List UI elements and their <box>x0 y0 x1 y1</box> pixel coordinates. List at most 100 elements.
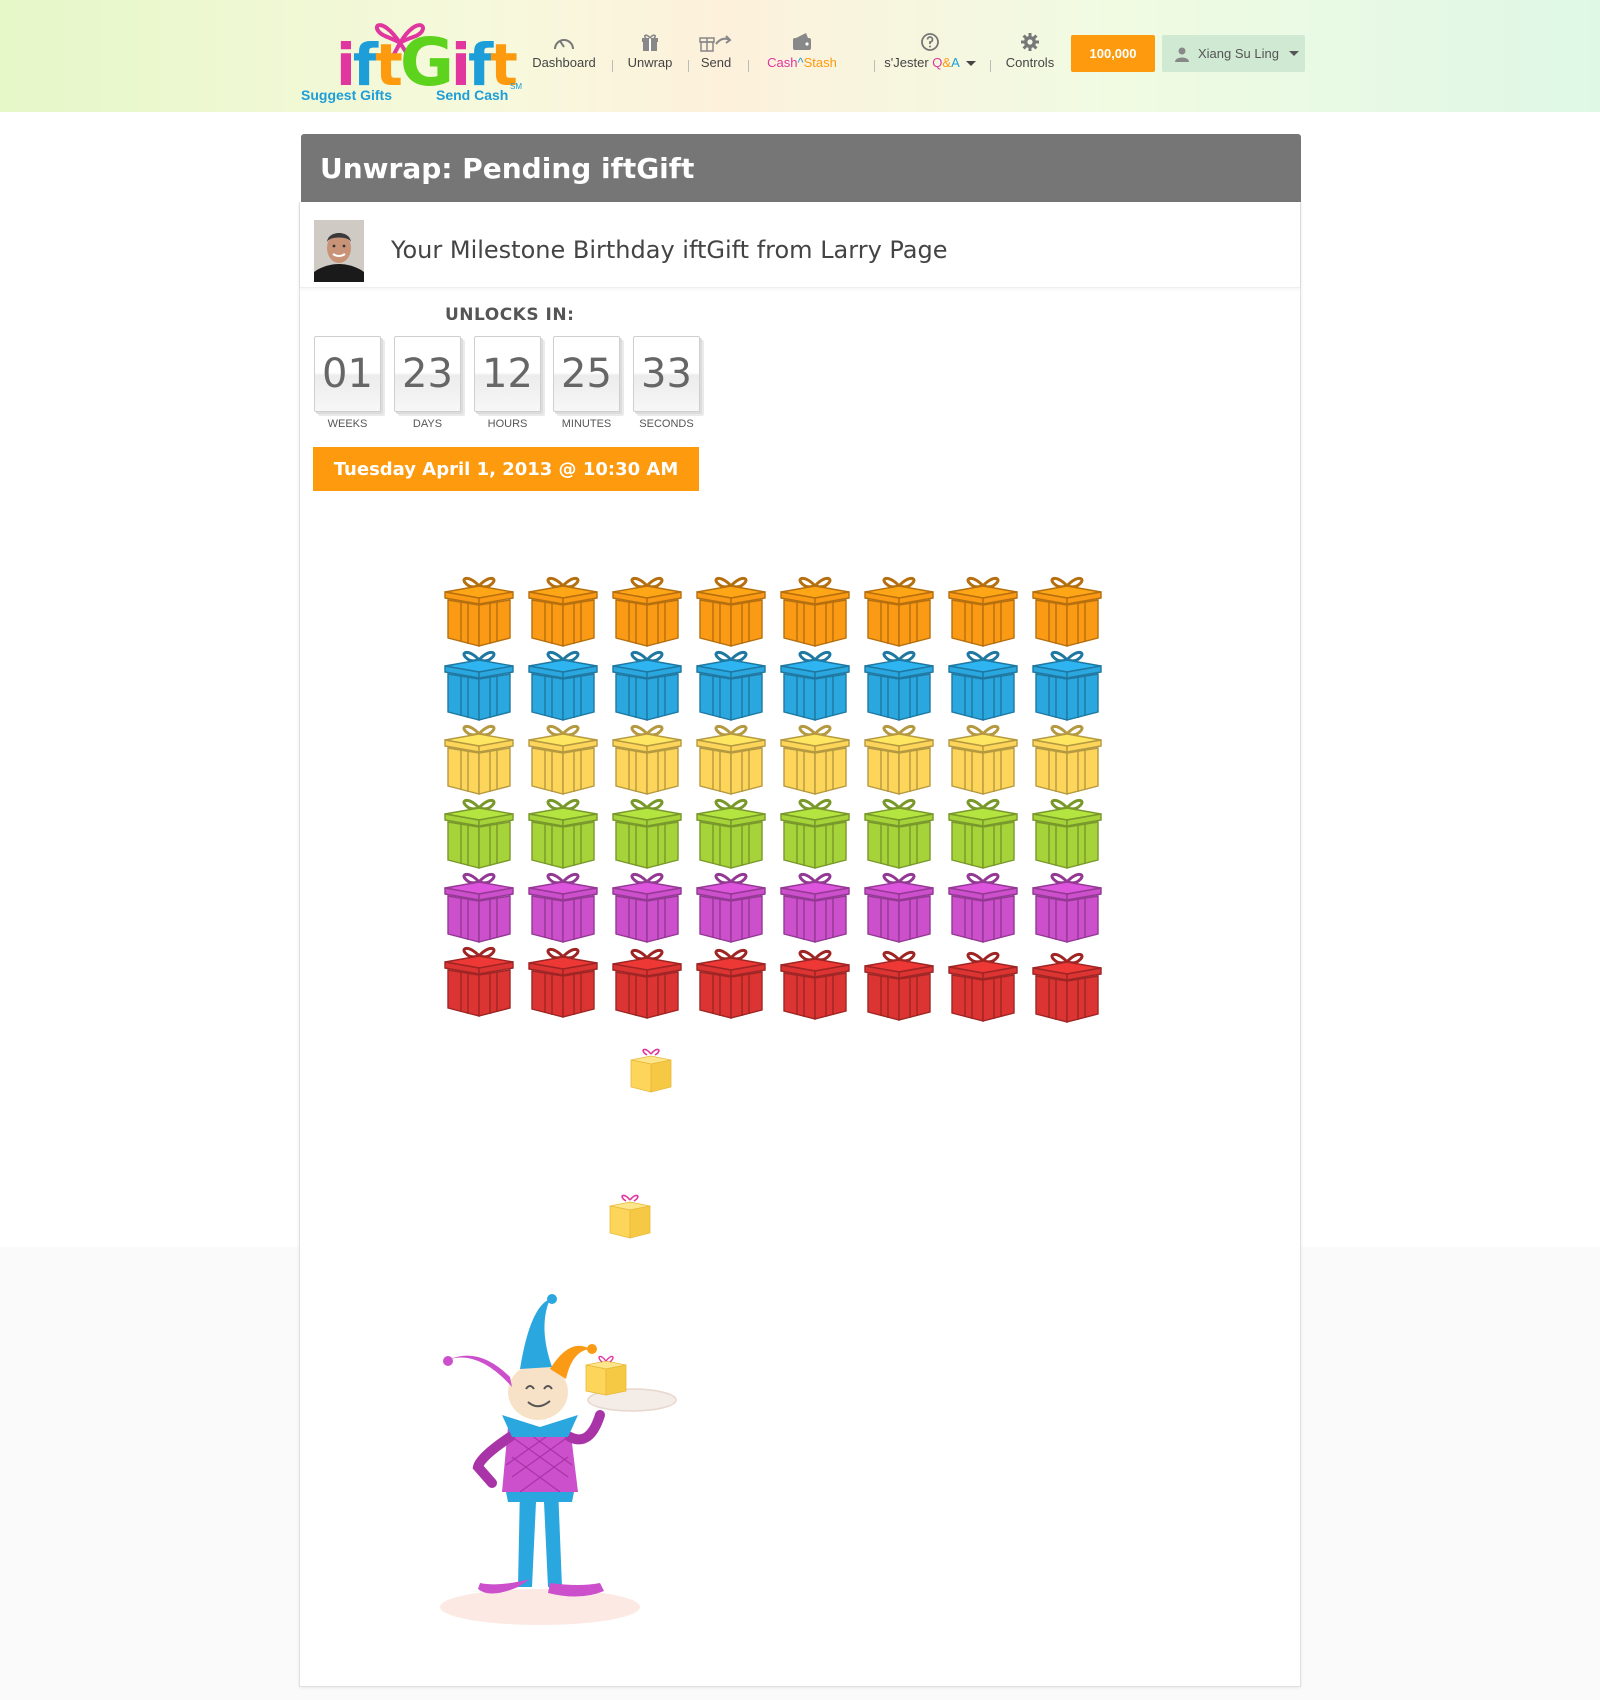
gift-send-icon <box>699 35 732 52</box>
gift-icon <box>696 651 766 721</box>
gift-icon <box>528 725 598 795</box>
countdown-seconds: 33 <box>633 336 700 412</box>
gift-icon <box>696 873 766 943</box>
nav-unwrap-label: Unwrap <box>627 55 673 70</box>
nav-qa-a: A <box>951 55 960 70</box>
nav-divider <box>612 60 613 72</box>
gift-icon <box>696 577 766 647</box>
gift-box-icon <box>642 34 658 51</box>
gift-icon <box>612 651 682 721</box>
nav-divider <box>990 60 991 72</box>
gift-icon <box>780 950 850 1021</box>
gift-icon <box>612 725 682 795</box>
page-title: Unwrap: Pending iftGift <box>301 134 1301 202</box>
unlock-date-button[interactable]: Tuesday April 1, 2013 @ 10:30 AM <box>313 447 699 491</box>
user-menu-button[interactable]: Xiang Su Ling <box>1162 35 1305 72</box>
gift-icon <box>864 799 934 869</box>
gift-icon <box>444 947 514 1017</box>
countdown-days: 23 <box>394 336 461 412</box>
nav-dashboard-label: Dashboard <box>532 55 596 70</box>
countdown-weeks: 01 <box>314 336 381 412</box>
countdown-hours-label: HOURS <box>487 418 528 430</box>
gift-icon <box>864 951 934 1021</box>
nav-divider <box>688 60 689 72</box>
iftgift-logo[interactable]: iftGift Suggest Gifts Send Cash SM <box>300 8 530 108</box>
nav-stash-label: Stash <box>803 55 837 70</box>
balance-button[interactable]: 100,000 <box>1071 35 1155 72</box>
countdown-seconds-label: SECONDS <box>639 418 694 430</box>
nav-send[interactable]: Send <box>698 32 734 70</box>
site-header: iftGift Suggest Gifts Send Cash SM Dashb… <box>0 0 1600 112</box>
question-circle-icon <box>921 33 939 51</box>
gift-icon <box>948 725 1018 795</box>
nav-controls-label: Controls <box>1005 55 1055 70</box>
gift-icon <box>444 873 514 943</box>
gift-icon <box>780 873 850 943</box>
gift-icon <box>1032 952 1102 1023</box>
chevron-down-icon <box>965 61 976 67</box>
gift-icon <box>528 651 598 721</box>
gift-icon <box>444 651 514 721</box>
gift-icon <box>948 951 1018 1022</box>
nav-qa-amp: & <box>942 55 952 70</box>
gift-icon <box>864 725 934 795</box>
gift-icon <box>696 725 766 795</box>
gift-icon <box>444 725 514 795</box>
nav-jester-label: s'Jester <box>884 55 933 70</box>
gift-icon <box>948 651 1018 721</box>
logo-tagline-right: Send Cash <box>436 87 509 103</box>
countdown-weeks-label: WEEKS <box>327 418 368 430</box>
gift-icon <box>444 577 514 647</box>
logo-tagline-left: Suggest Gifts <box>301 87 393 103</box>
gift-icon <box>1032 577 1102 647</box>
nav-unwrap[interactable]: Unwrap <box>622 32 678 70</box>
nav-divider <box>874 60 875 72</box>
gift-icon <box>1032 651 1102 721</box>
gift-icon <box>780 651 850 721</box>
gift-header: Your Milestone Birthday iftGift from Lar… <box>300 202 1300 288</box>
gift-icon <box>528 799 598 869</box>
nav-cash-stash[interactable]: Cash^Stash <box>764 32 840 70</box>
nav-send-label: Send <box>700 55 732 70</box>
gift-icon <box>528 873 598 943</box>
gift-icon <box>780 577 850 647</box>
gift-icon <box>948 799 1018 869</box>
gift-pile <box>441 572 1161 1062</box>
gift-icon <box>1032 873 1102 943</box>
falling-gift-icon <box>630 1048 672 1093</box>
jester-mascot-icon <box>440 1294 677 1625</box>
gift-icon <box>1032 799 1102 869</box>
nav-dashboard[interactable]: Dashboard <box>528 32 600 70</box>
wallet-icon <box>793 33 811 50</box>
user-name: Xiang Su Ling <box>1198 46 1279 61</box>
gift-icon <box>948 577 1018 647</box>
nav-controls[interactable]: Controls <box>1002 32 1058 70</box>
gift-icon <box>528 577 598 647</box>
gift-icon <box>864 651 934 721</box>
countdown-hours: 12 <box>474 336 541 412</box>
nav-jester-qa[interactable]: s'Jester Q&A <box>884 32 976 70</box>
nav-cash-label: Cash <box>767 55 798 70</box>
nav-divider <box>748 60 749 72</box>
pending-gift-card: Your Milestone Birthday iftGift from Lar… <box>299 202 1301 1687</box>
gift-icon <box>444 799 514 869</box>
gift-icon <box>1032 725 1102 795</box>
gift-icon <box>780 799 850 869</box>
sender-avatar <box>314 220 364 282</box>
gift-icon <box>864 577 934 647</box>
gift-icon <box>612 577 682 647</box>
gift-icon <box>612 799 682 869</box>
service-mark: SM <box>510 82 522 91</box>
unlocks-in-label: UNLOCKS IN: <box>445 305 575 325</box>
countdown-minutes-label: MINUTES <box>561 418 612 430</box>
speedometer-icon <box>554 39 574 50</box>
chevron-down-icon <box>1288 51 1299 56</box>
gift-icon <box>948 873 1018 943</box>
gear-icon <box>1021 33 1039 51</box>
countdown-minutes: 25 <box>553 336 620 412</box>
falling-gift-icon <box>609 1194 651 1239</box>
gift-icon <box>780 725 850 795</box>
countdown-days-label: DAYS <box>412 418 443 430</box>
gift-icon <box>696 949 766 1020</box>
gift-icon <box>612 873 682 943</box>
